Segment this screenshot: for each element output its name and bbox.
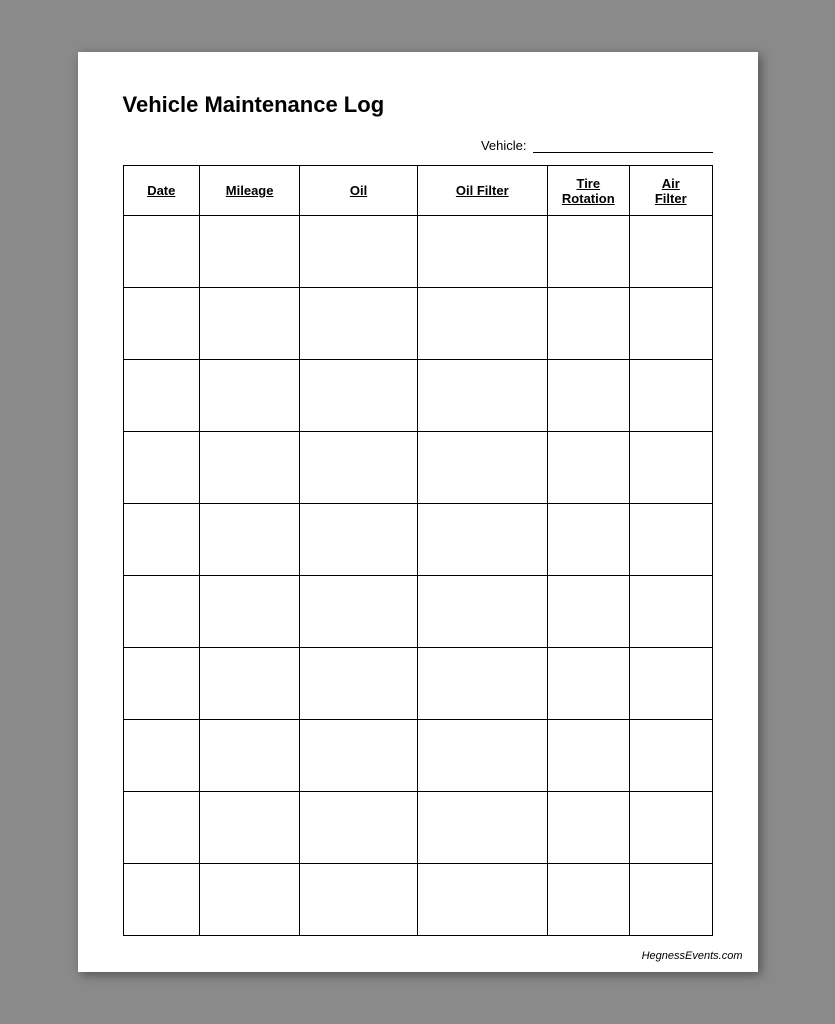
col-header-date: Date (123, 166, 200, 216)
table-cell (300, 432, 418, 504)
table-cell (200, 648, 300, 720)
table-cell (630, 360, 712, 432)
col-header-air-filter: AirFilter (630, 166, 712, 216)
col-header-tire-rotation: TireRotation (547, 166, 629, 216)
table-cell (417, 216, 547, 288)
table-cell (547, 864, 629, 936)
vehicle-label: Vehicle: (481, 138, 527, 153)
table-cell (547, 576, 629, 648)
table-cell (630, 720, 712, 792)
table-cell (123, 504, 200, 576)
table-cell (200, 216, 300, 288)
table-cell (547, 216, 629, 288)
table-row (123, 792, 712, 864)
table-cell (547, 720, 629, 792)
table-cell (200, 576, 300, 648)
table-cell (200, 792, 300, 864)
table-cell (630, 648, 712, 720)
table-cell (630, 216, 712, 288)
col-header-oil-filter: Oil Filter (417, 166, 547, 216)
table-row (123, 504, 712, 576)
table-cell (123, 648, 200, 720)
table-cell (123, 576, 200, 648)
table-cell (630, 432, 712, 504)
table-row (123, 720, 712, 792)
table-cell (300, 576, 418, 648)
table-cell (630, 864, 712, 936)
page-title: Vehicle Maintenance Log (123, 92, 713, 118)
table-row (123, 360, 712, 432)
vehicle-field: Vehicle: (123, 138, 713, 153)
table-cell (547, 288, 629, 360)
table-cell (417, 504, 547, 576)
vehicle-input-line (533, 139, 713, 153)
table-cell (547, 360, 629, 432)
table-cell (200, 432, 300, 504)
table-cell (417, 360, 547, 432)
table-cell (300, 216, 418, 288)
table-header-row: Date Mileage Oil Oil Filter TireRotation… (123, 166, 712, 216)
table-cell (417, 648, 547, 720)
table-cell (630, 288, 712, 360)
maintenance-log-table: Date Mileage Oil Oil Filter TireRotation… (123, 165, 713, 936)
table-cell (630, 576, 712, 648)
table-cell (547, 792, 629, 864)
table-row (123, 576, 712, 648)
watermark: HegnessEvents.com (642, 950, 743, 962)
table-cell (123, 864, 200, 936)
table-cell (123, 360, 200, 432)
table-cell (300, 648, 418, 720)
table-cell (300, 504, 418, 576)
table-cell (300, 792, 418, 864)
table-cell (200, 504, 300, 576)
col-header-mileage: Mileage (200, 166, 300, 216)
table-cell (547, 504, 629, 576)
table-cell (417, 720, 547, 792)
table-cell (300, 288, 418, 360)
table-cell (123, 216, 200, 288)
table-cell (200, 864, 300, 936)
table-cell (547, 432, 629, 504)
table-cell (630, 792, 712, 864)
document-page: Vehicle Maintenance Log Vehicle: Date Mi… (78, 52, 758, 972)
table-cell (123, 432, 200, 504)
table-cell (417, 432, 547, 504)
table-cell (417, 864, 547, 936)
table-row (123, 432, 712, 504)
table-cell (417, 288, 547, 360)
table-cell (123, 792, 200, 864)
table-row (123, 864, 712, 936)
table-cell (200, 360, 300, 432)
table-cell (630, 504, 712, 576)
table-cell (300, 360, 418, 432)
table-cell (123, 720, 200, 792)
table-cell (123, 288, 200, 360)
table-row (123, 288, 712, 360)
table-cell (300, 720, 418, 792)
table-cell (417, 792, 547, 864)
table-cell (417, 576, 547, 648)
table-cell (547, 648, 629, 720)
table-cell (200, 288, 300, 360)
table-row (123, 648, 712, 720)
table-cell (300, 864, 418, 936)
table-row (123, 216, 712, 288)
col-header-oil: Oil (300, 166, 418, 216)
table-cell (200, 720, 300, 792)
